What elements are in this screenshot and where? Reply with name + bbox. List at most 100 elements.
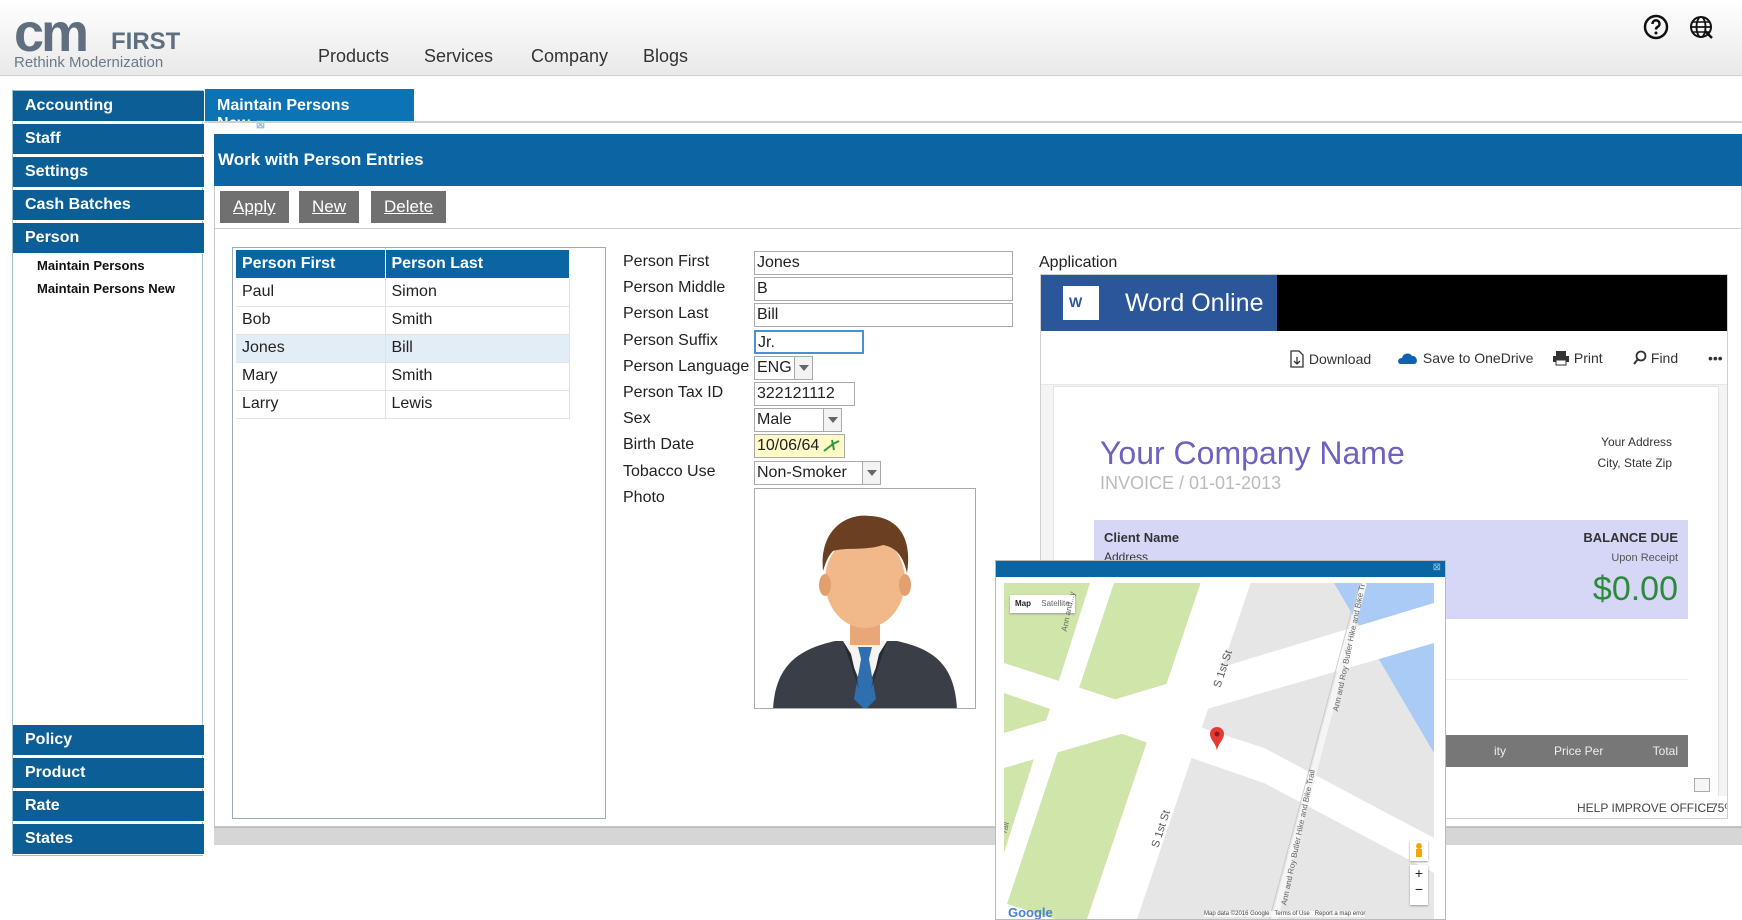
person-tax-id-field[interactable]: 322121112 (754, 382, 855, 406)
cell-first: Jones (236, 334, 386, 363)
person-middle-field[interactable]: B (754, 277, 1013, 301)
col-total: Total (1652, 744, 1678, 758)
map-report-link[interactable]: Report a map error (1315, 911, 1366, 917)
sidebar-subitem-maintain-persons-new[interactable]: Maintain Persons New (37, 281, 175, 296)
person-photo[interactable] (754, 488, 976, 709)
col-price-per: Price Per (1554, 744, 1604, 758)
help-circle-icon[interactable] (1643, 14, 1669, 40)
sidebar-item-rate[interactable]: Rate (13, 791, 204, 822)
label-person-suffix: Person Suffix (623, 332, 718, 349)
map-canvas[interactable]: Map Satellite S 1st St S 1st St Ann and … (1004, 583, 1434, 919)
print-button[interactable]: Print (1552, 350, 1603, 366)
tab-underline (205, 121, 1742, 123)
person-language-select[interactable]: ENG (754, 356, 813, 380)
map-popup-titlebar: ⊠ (996, 561, 1445, 577)
map-zoom-control: + − (1410, 865, 1428, 905)
sidebar-item-states[interactable]: States (13, 824, 204, 855)
person-table: Person First Person Last Paul Simon Bob Sm… (236, 250, 570, 419)
logo-tagline: Rethink Modernization (14, 54, 164, 71)
person-last-field[interactable]: Bill (754, 303, 1013, 327)
sidebar-item-accounting[interactable]: Accounting (13, 91, 204, 122)
balance-due-label: BALANCE DUE (1583, 530, 1678, 545)
map-close-icon[interactable]: ⊠ (1433, 562, 1441, 573)
zoom-in-button[interactable]: + (1410, 865, 1428, 881)
person-avatar-icon (773, 515, 957, 708)
new-button[interactable]: New (299, 191, 360, 223)
table-row-selected[interactable]: Jones Bill (236, 334, 570, 363)
cell-last: Lewis (385, 390, 570, 419)
download-button[interactable]: Download (1289, 350, 1371, 368)
sidebar-item-product[interactable]: Product (13, 758, 204, 789)
map-type-map-button[interactable]: Map (1015, 599, 1031, 608)
page-title: Work with Person Entries (214, 134, 1742, 186)
onedrive-cloud-icon (1398, 353, 1417, 364)
tab-maintain-persons-new[interactable]: Maintain Persons New ⊠ (205, 89, 414, 132)
cell-last: Bill (385, 334, 570, 363)
top-bar: cm FIRST Rethink Modernization Products … (0, 0, 1742, 76)
sidebar-item-staff[interactable]: Staff (13, 124, 204, 155)
word-online-title: Word Online (1125, 289, 1264, 317)
sidebar-item-person[interactable]: Person (13, 223, 204, 254)
calendar-picker-icon[interactable] (823, 438, 841, 454)
invoice-address-line1: Your Address (1601, 435, 1672, 449)
logo-first: FIRST (111, 28, 181, 55)
person-first-field[interactable]: Jones (754, 251, 1013, 275)
tab-label: Maintain Persons New (217, 97, 350, 132)
chevron-down-icon[interactable] (794, 357, 812, 379)
cm-first-logo[interactable]: cm FIRST Rethink Modernization (14, 3, 184, 72)
street-view-pegman-icon[interactable] (1410, 841, 1428, 861)
save-to-onedrive-button[interactable]: Save to OneDrive (1397, 350, 1533, 366)
person-language-value: ENG (757, 359, 792, 376)
invoice-address-line2: City, State Zip (1597, 456, 1672, 470)
tobacco-use-value: Non-Smoker (757, 464, 847, 481)
map-terms-link[interactable]: Terms of Use (1274, 911, 1309, 917)
person-suffix-field[interactable]: Jr. (754, 330, 864, 354)
sex-select[interactable]: Male (754, 408, 842, 432)
cell-last: Smith (385, 362, 570, 391)
label-tobacco-use: Tobacco Use (623, 463, 716, 480)
tobacco-use-select[interactable]: Non-Smoker (754, 461, 881, 485)
find-button[interactable]: Find (1633, 350, 1678, 366)
word-logo-icon: W (1063, 286, 1099, 320)
scroll-right-arrow-icon[interactable] (1694, 778, 1710, 792)
table-row[interactable]: Paul Simon (236, 278, 570, 307)
balance-amount: $0.00 (1592, 570, 1678, 608)
sidebar-item-policy[interactable]: Policy (13, 725, 204, 756)
column-header-person-last[interactable]: Person Last (385, 250, 570, 278)
map-attribution: Map data ©2016 Google Terms of Use Repor… (1204, 911, 1366, 917)
sidebar-item-settings[interactable]: Settings (13, 157, 204, 188)
search-icon (1633, 350, 1647, 365)
sidebar-item-cash-batches[interactable]: Cash Batches (13, 190, 204, 221)
label-birth-date: Birth Date (623, 436, 695, 453)
nav-blogs[interactable]: Blogs (643, 46, 688, 67)
word-online-brand: W Word Online (1041, 275, 1277, 331)
zoom-level[interactable]: 75% (1711, 801, 1727, 815)
label-photo: Photo (623, 489, 665, 506)
nav-services[interactable]: Services (424, 46, 493, 67)
table-row[interactable]: Larry Lewis (236, 390, 570, 419)
more-options-icon[interactable]: ••• (1708, 350, 1723, 366)
chevron-down-icon[interactable] (823, 409, 841, 431)
col-quantity: ity (1494, 744, 1506, 758)
nav-company[interactable]: Company (531, 46, 608, 67)
cell-first: Bob (236, 306, 386, 335)
delete-button[interactable]: Delete (371, 191, 447, 223)
map-marker-icon[interactable] (1209, 726, 1225, 752)
label-person-language: Person Language (623, 358, 750, 375)
column-header-person-first[interactable]: Person First (236, 250, 386, 278)
sidebar-subitem-maintain-persons[interactable]: Maintain Persons (37, 258, 145, 273)
chevron-down-icon[interactable] (862, 462, 880, 484)
sidebar: Accounting Staff Settings Cash Batches P… (12, 90, 204, 856)
nav-products[interactable]: Products (318, 46, 389, 67)
globe-icon[interactable] (1688, 14, 1714, 40)
birth-date-field[interactable]: 10/06/64 (754, 434, 845, 458)
zoom-out-button[interactable]: − (1410, 881, 1428, 897)
table-row[interactable]: Mary Smith (236, 362, 570, 391)
help-improve-office-link[interactable]: HELP IMPROVE OFFICE (1577, 801, 1714, 815)
apply-button[interactable]: Apply (220, 191, 289, 223)
cell-last: Simon (385, 278, 570, 307)
cell-last: Smith (385, 306, 570, 335)
map-popup[interactable]: ⊠ Map Satellite S 1st St S 1st St Ann an… (995, 560, 1446, 920)
label-person-middle: Person Middle (623, 279, 726, 296)
table-row[interactable]: Bob Smith (236, 306, 570, 335)
